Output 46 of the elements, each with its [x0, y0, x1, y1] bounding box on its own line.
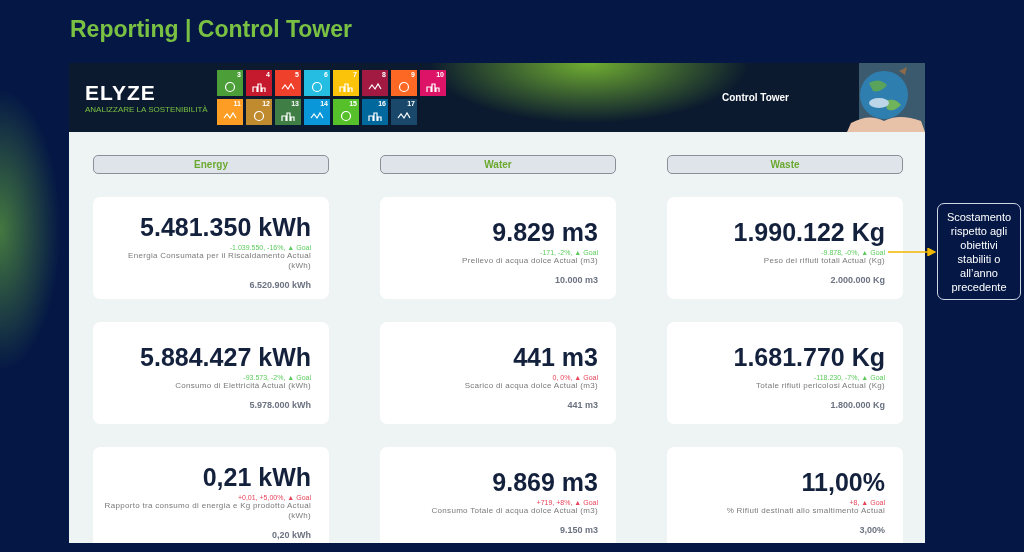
- kpi-label: Energia Consumata per il Riscaldamento Actual (kWh): [127, 250, 311, 271]
- kpi-label: % Rifiuti destinati allo smaltimento Actual: [726, 505, 885, 516]
- sdg-icon: [339, 110, 353, 122]
- kpi-value: 5.884.427 kWh: [140, 342, 311, 372]
- callout-note: Scostamento rispetto agli obiettivi stabiliti o all’anno precedente: [937, 203, 1021, 300]
- sdg-icon: [339, 81, 353, 93]
- kpi-target: 6.520.900 kWh: [249, 279, 311, 290]
- logo-tagline: ANALIZZARE LA SOSTENIBILITÀ: [85, 105, 209, 114]
- kpi-target: 5.978.000 kWh: [249, 399, 311, 410]
- kpi-target: 10.000 m3: [554, 274, 598, 285]
- kpi-label: Rapporto tra consumo di energia e Kg prodotto Actual (kWh): [103, 500, 311, 521]
- kpi-value: 0,21 kWh: [202, 462, 311, 492]
- kpi-value: 11,00%: [801, 467, 885, 497]
- logo: ELYZE: [85, 81, 157, 105]
- kpi-value: 9.829 m3: [492, 217, 598, 247]
- column-heading: Waste: [667, 155, 903, 174]
- kpi-label: Scarico di acqua dolce Actual (m3): [464, 380, 598, 391]
- kpi-value: 5.481.350 kWh: [140, 212, 311, 242]
- kpi-target: 2.000.000 Kg: [830, 274, 885, 285]
- kpi-value: 441 m3: [513, 342, 598, 372]
- kpi-target: 9.150 m3: [559, 524, 598, 535]
- sdg-icon: [281, 110, 295, 122]
- column-heading: Energy: [93, 155, 329, 174]
- kpi-target: 0,20 kWh: [272, 529, 311, 540]
- kpi-label: Peso dei rifiuti totali Actual (Kg): [763, 255, 885, 266]
- kpi-value: 1.990.122 Kg: [733, 217, 885, 247]
- page-title: Reporting | Control Tower: [70, 16, 352, 43]
- sdg-icon: [223, 81, 237, 93]
- kpi-label: Consumo Totale di acqua dolce Actual (m3): [431, 505, 598, 516]
- sdg-icon: [310, 81, 324, 93]
- kpi-value: 1.681.770 Kg: [733, 342, 885, 372]
- sdg-icon: [252, 110, 266, 122]
- kpi-value: 9.869 m3: [492, 467, 598, 497]
- kpi-label: Prelievo di acqua dolce Actual (m3): [462, 255, 598, 266]
- sdg-icon: [252, 81, 266, 93]
- column-heading: Water: [380, 155, 616, 174]
- kpi-target: 1.800.000 Kg: [830, 399, 885, 410]
- header-title: Control Tower: [721, 92, 789, 103]
- sdg-icon: [397, 81, 411, 93]
- arrow-icon: [888, 248, 936, 256]
- sdg-icon: [368, 110, 382, 122]
- kpi-target: 441 m3: [567, 399, 598, 410]
- sdg-icon: [426, 81, 440, 93]
- kpi-label: Consumo di Elettricità Actual (kWh): [175, 380, 311, 391]
- kpi-label: Totale rifiuti pericolosi Actual (Kg): [756, 380, 885, 391]
- kpi-target: 3,00%: [859, 524, 885, 535]
